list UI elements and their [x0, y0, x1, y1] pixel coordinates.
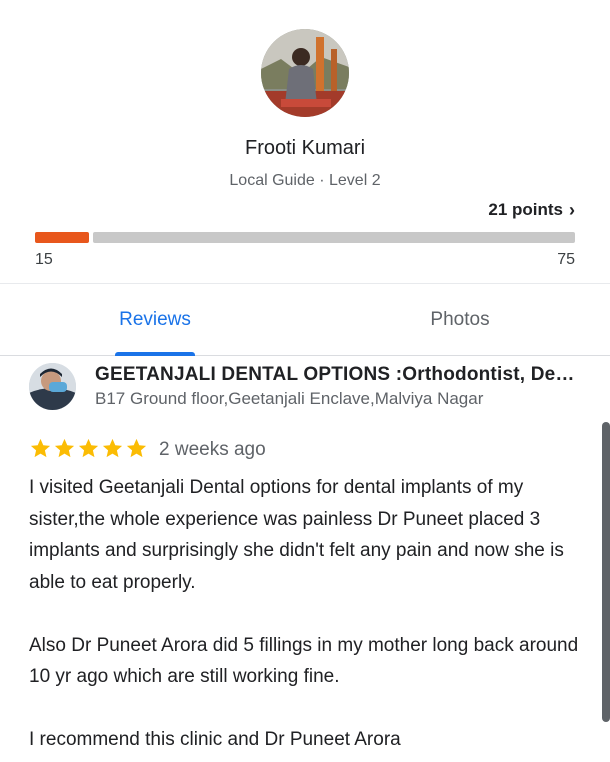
local-guide-level: Local Guide · Level 2 — [229, 172, 381, 189]
chevron-right-icon: › — [569, 200, 575, 220]
profile-header: Frooti Kumari Local Guide · Level 2 21 p… — [0, 0, 610, 283]
user-name: Frooti Kumari — [244, 137, 366, 159]
place-avatar[interactable] — [29, 363, 76, 410]
tab-bar: Reviews Photos — [0, 283, 610, 356]
progress-min-label: 15 — [35, 251, 53, 268]
scrollbar-thumb[interactable] — [602, 422, 610, 722]
review-card: GEETANJALI DENTAL OPTIONS :Orthodontist,… — [0, 356, 610, 762]
points-link[interactable]: 21 points › — [488, 200, 575, 220]
place-name[interactable]: GEETANJALI DENTAL OPTIONS :Orthodontist,… — [95, 364, 575, 386]
star-icon — [30, 438, 51, 458]
progress-max-label: 75 — [557, 251, 575, 268]
tab-photos[interactable]: Photos — [385, 284, 535, 355]
tab-reviews[interactable]: Reviews — [80, 284, 230, 355]
points-label: 21 points — [488, 200, 563, 219]
star-icon — [78, 438, 99, 458]
progress-track — [93, 232, 575, 243]
level-progress-bar — [35, 232, 575, 243]
progress-fill — [35, 232, 89, 243]
star-rating — [29, 437, 148, 460]
user-avatar[interactable] — [261, 29, 349, 117]
place-address: B17 Ground floor,Geetanjali Enclave,Malv… — [95, 389, 484, 408]
star-icon — [54, 438, 75, 458]
star-icon — [102, 438, 123, 458]
star-icon — [126, 438, 147, 458]
review-text: I visited Geetanjali Dental options for … — [29, 477, 579, 750]
review-date: 2 weeks ago — [159, 439, 266, 460]
